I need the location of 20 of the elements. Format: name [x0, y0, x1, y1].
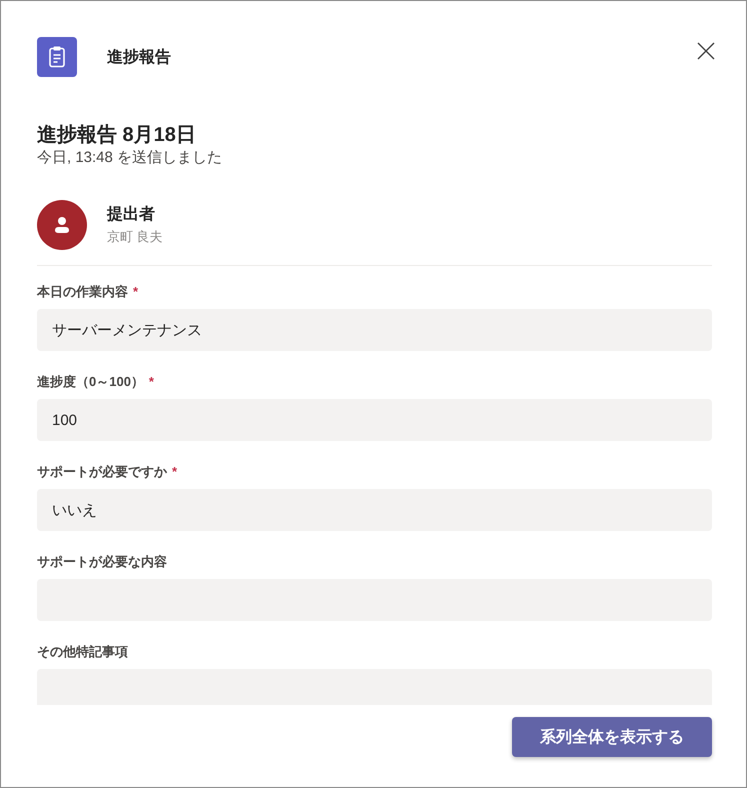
- card-title: 進捗報告 8月18日: [37, 123, 197, 148]
- field-label: 本日の作業内容: [37, 283, 128, 301]
- field-label: サポートが必要ですか: [37, 463, 167, 481]
- clipboard-icon: [37, 37, 77, 77]
- answer-field: サーバーメンテナンス: [37, 309, 712, 351]
- field-label: サポートが必要な内容: [37, 553, 167, 571]
- required-mark: *: [148, 373, 154, 391]
- submitter-name: 京町 良夫: [107, 228, 163, 246]
- close-icon: [697, 42, 715, 60]
- app-title: 進捗報告: [107, 47, 171, 68]
- sent-time: 今日, 13:48 を送信しました: [37, 148, 224, 168]
- submitter-label: 提出者: [107, 204, 156, 224]
- required-mark: *: [133, 283, 138, 301]
- required-mark: *: [172, 463, 178, 481]
- answer-field: 100: [37, 399, 712, 441]
- answer-field: いいえ: [37, 489, 712, 531]
- avatar-icon: [37, 200, 87, 250]
- field-label: 進捗度（0～100）: [37, 373, 144, 391]
- field-label: その他特記事項: [37, 643, 128, 661]
- view-series-button[interactable]: 系列全体を表示する: [512, 717, 712, 757]
